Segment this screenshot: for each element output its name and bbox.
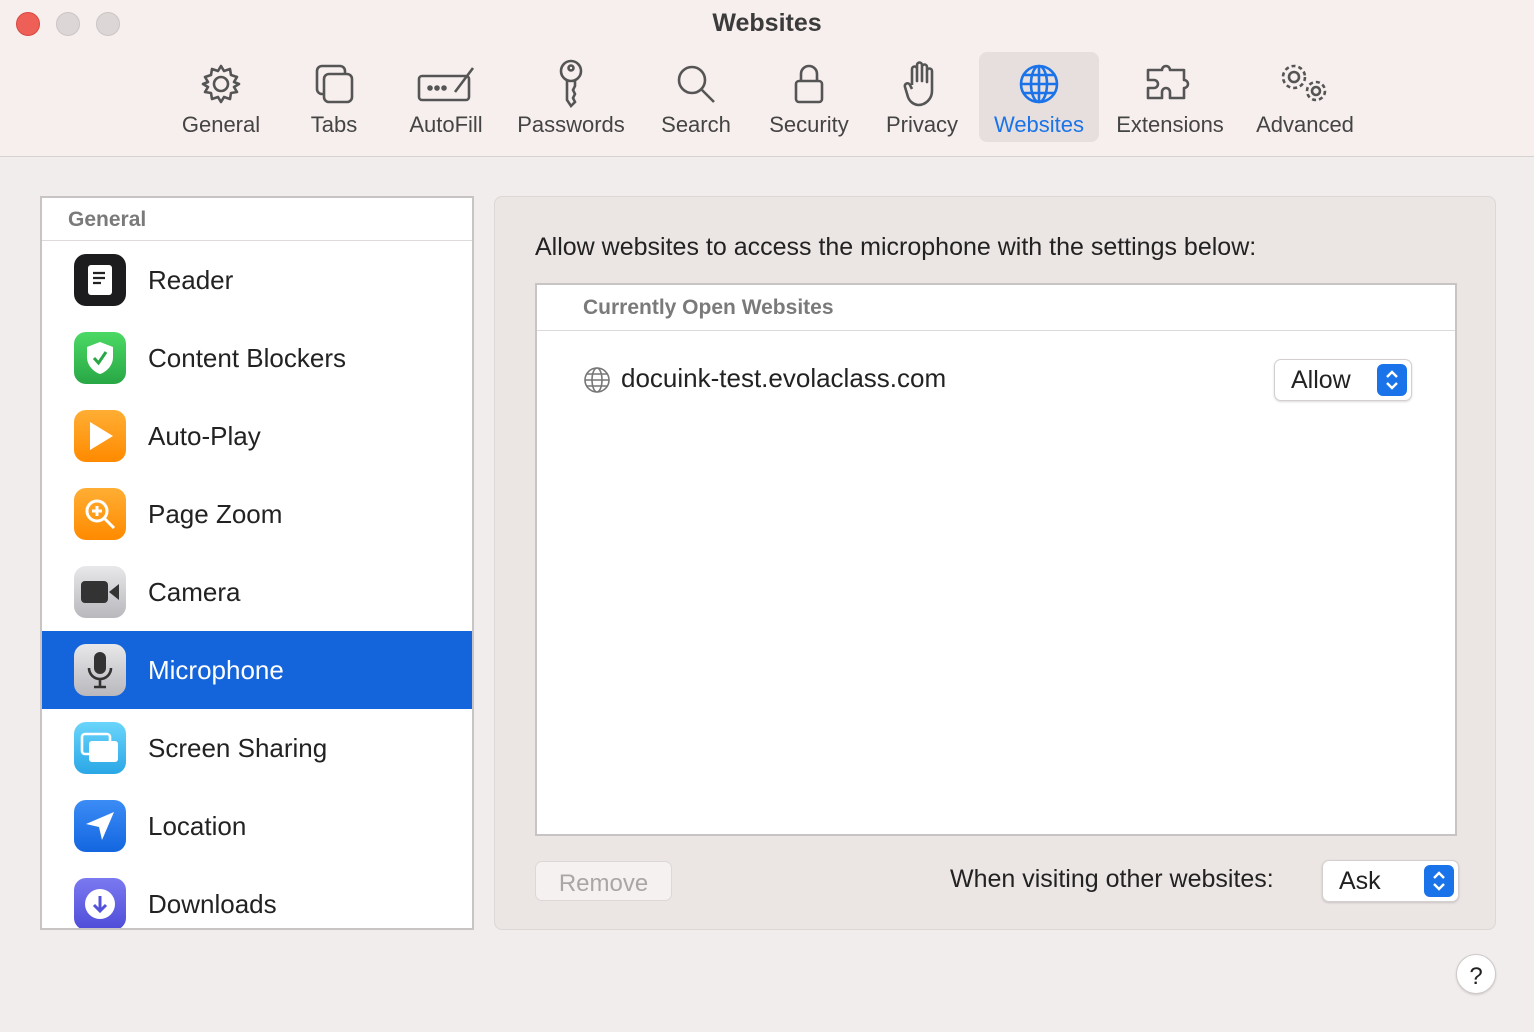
sidebar-item-downloads[interactable]: Downloads	[42, 865, 472, 928]
sidebar-item-label: Reader	[148, 264, 234, 295]
select-value: Ask	[1339, 867, 1381, 895]
tab-label: Tabs	[310, 112, 358, 137]
sidebar-item-content-blockers[interactable]: Content Blockers	[42, 319, 472, 397]
globe-icon	[583, 366, 611, 399]
sidebar-item-reader[interactable]: Reader	[42, 241, 472, 319]
chevron-updown-icon	[1424, 865, 1454, 897]
tab-label: Advanced	[1256, 112, 1354, 137]
shield-icon	[74, 332, 126, 384]
remove-button[interactable]: Remove	[535, 861, 672, 901]
other-websites-select[interactable]: Ask	[1322, 860, 1459, 902]
tab-advanced[interactable]: Advanced	[1248, 52, 1362, 142]
website-permission-select[interactable]: Allow	[1274, 359, 1412, 401]
tab-extensions[interactable]: Extensions	[1110, 52, 1230, 142]
panel-description: Allow websites to access the microphone …	[535, 233, 1257, 261]
other-websites-label: When visiting other websites:	[950, 865, 1274, 893]
download-icon	[74, 878, 126, 928]
sidebar-section-header: General	[42, 198, 472, 241]
sidebar-item-microphone[interactable]: Microphone	[42, 631, 472, 709]
globe-icon	[1017, 60, 1061, 108]
sidebar-item-page-zoom[interactable]: Page Zoom	[42, 475, 472, 553]
microphone-icon	[74, 644, 126, 696]
window-title: Websites	[712, 9, 822, 37]
puzzle-icon	[1144, 60, 1196, 108]
tab-label: General	[181, 112, 261, 137]
key-icon	[553, 59, 589, 109]
tab-security[interactable]: Security	[760, 52, 858, 142]
sidebar[interactable]: General Reader Content Blockers Auto-Pla…	[40, 196, 474, 930]
sidebar-item-label: Downloads	[148, 888, 277, 919]
tab-label: Privacy	[885, 112, 959, 137]
sidebar-item-label: Page Zoom	[148, 498, 283, 529]
sidebar-item-label: Content Blockers	[148, 342, 346, 373]
screen-sharing-icon	[74, 722, 126, 774]
tab-label: Extensions	[1116, 112, 1224, 137]
reader-icon	[74, 254, 126, 306]
hand-icon	[902, 60, 942, 108]
tab-label: Passwords	[517, 112, 625, 137]
tab-label: Search	[661, 112, 731, 137]
settings-panel: Allow websites to access the microphone …	[494, 196, 1496, 930]
tab-label: AutoFill	[409, 112, 483, 137]
tab-general[interactable]: General	[172, 52, 270, 142]
window-titlebar: Websites General Tabs AutoFill Passwords…	[0, 0, 1534, 157]
play-icon	[74, 410, 126, 462]
select-value: Allow	[1291, 366, 1351, 394]
tab-websites[interactable]: Websites	[979, 52, 1099, 142]
lock-icon	[791, 60, 827, 108]
chevron-updown-icon	[1377, 364, 1407, 396]
tab-privacy[interactable]: Privacy	[878, 52, 966, 142]
tab-label: Websites	[993, 112, 1085, 137]
website-host: docuink-test.evolaclass.com	[621, 363, 947, 393]
table-row[interactable]: docuink-test.evolaclass.com Allow	[537, 359, 1455, 401]
sidebar-item-auto-play[interactable]: Auto-Play	[42, 397, 472, 475]
tabs-icon	[312, 60, 356, 108]
sidebar-item-label: Auto-Play	[148, 420, 261, 451]
sidebar-item-location[interactable]: Location	[42, 787, 472, 865]
tab-tabs[interactable]: Tabs	[292, 52, 376, 142]
zoom-icon	[74, 488, 126, 540]
sidebar-item-label: Location	[148, 810, 247, 841]
sidebar-item-label: Camera	[148, 576, 241, 607]
camera-icon	[74, 566, 126, 618]
tab-autofill[interactable]: AutoFill	[400, 52, 492, 142]
help-button[interactable]: ?	[1456, 954, 1496, 994]
websites-table[interactable]: Currently Open Websites docuink-test.evo…	[535, 283, 1457, 836]
tab-passwords[interactable]: Passwords	[510, 52, 632, 142]
gears-icon	[1276, 60, 1334, 108]
gear-icon	[199, 60, 243, 108]
tab-label: Security	[769, 112, 849, 137]
magnifier-icon	[674, 60, 718, 108]
sidebar-item-screen-sharing[interactable]: Screen Sharing	[42, 709, 472, 787]
table-header: Currently Open Websites	[537, 285, 1455, 331]
autofill-icon	[415, 60, 477, 108]
sidebar-item-label: Screen Sharing	[148, 732, 328, 763]
location-arrow-icon	[74, 800, 126, 852]
tab-search[interactable]: Search	[654, 52, 738, 142]
sidebar-item-camera[interactable]: Camera	[42, 553, 472, 631]
sidebar-item-label: Microphone	[148, 654, 284, 685]
